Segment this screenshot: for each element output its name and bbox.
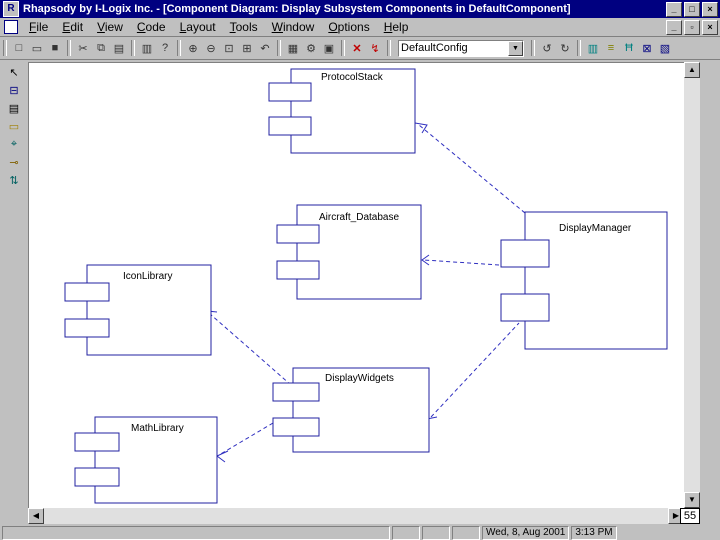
dependency-display-to-protocol[interactable]: [418, 124, 526, 214]
status-panel: [452, 526, 480, 540]
component-label: ProtocolStack: [321, 72, 384, 83]
maximize-button[interactable]: □: [684, 2, 700, 17]
component-diagram: ProtocolStack Aircraft_Database IconLibr…: [64, 68, 668, 504]
generate-icon[interactable]: ▦: [285, 40, 301, 56]
component-tool-icon[interactable]: ⊟: [6, 82, 22, 98]
flow-tool-icon[interactable]: ⇅: [6, 172, 22, 188]
new-icon[interactable]: □: [11, 40, 27, 56]
copy-icon[interactable]: ⧉: [93, 40, 109, 56]
menu-tools[interactable]: Tools: [223, 20, 265, 34]
interface-tool-icon[interactable]: ⊸: [6, 154, 22, 170]
minimize-button[interactable]: _: [666, 2, 682, 17]
scroll-up-icon[interactable]: ▲: [684, 62, 700, 78]
dependency-display-to-aircraft[interactable]: [423, 259, 500, 266]
menu-options[interactable]: Options: [321, 20, 376, 34]
menu-edit[interactable]: Edit: [55, 20, 90, 34]
status-bar: Wed, 8, Aug 2001 3:13 PM: [0, 526, 720, 540]
run-icon[interactable]: ▣: [321, 40, 337, 56]
scroll-left-icon[interactable]: ◀: [28, 508, 44, 524]
config-combo-value: DefaultConfig: [401, 42, 468, 54]
features-icon[interactable]: ≡: [603, 40, 619, 56]
component-label: IconLibrary: [123, 271, 172, 282]
folder-tool-icon[interactable]: ▭: [6, 118, 22, 134]
open-icon[interactable]: ▭: [29, 40, 45, 56]
zoom-select-icon[interactable]: ⊞: [239, 40, 255, 56]
menu-view[interactable]: View: [90, 20, 130, 34]
status-date: Wed, 8, Aug 2001: [482, 526, 570, 540]
config-combo[interactable]: DefaultConfig ▼: [398, 39, 524, 57]
stop-icon[interactable]: ✕: [349, 40, 365, 56]
dependency-tool-icon[interactable]: ⌖: [6, 136, 22, 152]
animate-icon[interactable]: ↯: [367, 40, 383, 56]
menu-layout[interactable]: Layout: [173, 20, 223, 34]
component-label: Aircraft_Database: [319, 212, 399, 223]
print-icon[interactable]: ▥: [139, 40, 155, 56]
select-arrow-icon[interactable]: ↖: [6, 64, 22, 80]
menu-file[interactable]: File: [22, 20, 55, 34]
component-label: DisplayWidgets: [325, 373, 394, 384]
horizontal-scrollbar[interactable]: ◀ ▶: [28, 508, 684, 524]
forward-icon[interactable]: ↻: [557, 40, 573, 56]
doc-restore-button[interactable]: ▫: [684, 20, 700, 35]
component-label: MathLibrary: [131, 423, 184, 434]
document-icon[interactable]: [4, 20, 18, 34]
dependency-widgets-to-display[interactable]: [430, 322, 520, 418]
hierarchy-icon[interactable]: Ħ: [621, 40, 637, 56]
output-icon[interactable]: ▧: [657, 40, 673, 56]
menu-help[interactable]: Help: [377, 20, 416, 34]
dependency-widgets-to-mathlib[interactable]: [218, 422, 274, 456]
status-panel: [392, 526, 420, 540]
menu-code[interactable]: Code: [130, 20, 173, 34]
page-number: 55: [680, 508, 700, 524]
save-icon[interactable]: ■: [47, 40, 63, 56]
rhapsody-app-icon: R: [3, 1, 19, 17]
vertical-scrollbar[interactable]: ▲ ▼: [684, 62, 700, 508]
window-title: Rhapsody by I-Logix Inc. - [Component Di…: [23, 3, 571, 15]
dependency-widgets-to-iconlib[interactable]: [208, 312, 292, 386]
paste-icon[interactable]: ▤: [111, 40, 127, 56]
scroll-down-icon[interactable]: ▼: [684, 492, 700, 508]
doc-close-button[interactable]: ×: [702, 20, 718, 35]
zoom-in-icon[interactable]: ⊕: [185, 40, 201, 56]
component-label: DisplayManager: [559, 223, 632, 234]
make-icon[interactable]: ⚙: [303, 40, 319, 56]
drawing-tools-sidebar: ↖ ⊟ ▤ ▭ ⌖ ⊸ ⇅: [4, 62, 24, 508]
toolbar-grip: [3, 40, 7, 56]
close-button[interactable]: ×: [702, 2, 718, 17]
zoom-out-icon[interactable]: ⊖: [203, 40, 219, 56]
title-bar: R Rhapsody by I-Logix Inc. - [Component …: [0, 0, 720, 18]
browser-icon[interactable]: ▥: [585, 40, 601, 56]
back-icon[interactable]: ↺: [539, 40, 555, 56]
diagram-icon[interactable]: ⊠: [639, 40, 655, 56]
diagram-canvas[interactable]: ProtocolStack Aircraft_Database IconLibr…: [28, 62, 686, 510]
menu-window[interactable]: Window: [265, 20, 322, 34]
status-message: [2, 526, 390, 540]
doc-minimize-button[interactable]: _: [666, 20, 682, 35]
cut-icon[interactable]: ✂: [75, 40, 91, 56]
menu-bar: File Edit View Code Layout Tools Window …: [0, 18, 720, 37]
chevron-down-icon[interactable]: ▼: [508, 40, 523, 56]
arrowhead-protocol: [414, 122, 428, 134]
toolbar: □ ▭ ■ ✂ ⧉ ▤ ▥ ? ⊕ ⊖ ⊡ ⊞ ↶ ▦ ⚙ ▣ ✕ ↯ Defa…: [0, 37, 720, 60]
status-time: 3:13 PM: [571, 526, 617, 540]
status-panel: [422, 526, 450, 540]
help-icon[interactable]: ?: [157, 40, 173, 56]
file-tool-icon[interactable]: ▤: [6, 100, 22, 116]
undo-zoom-icon[interactable]: ↶: [257, 40, 273, 56]
zoom-fit-icon[interactable]: ⊡: [221, 40, 237, 56]
